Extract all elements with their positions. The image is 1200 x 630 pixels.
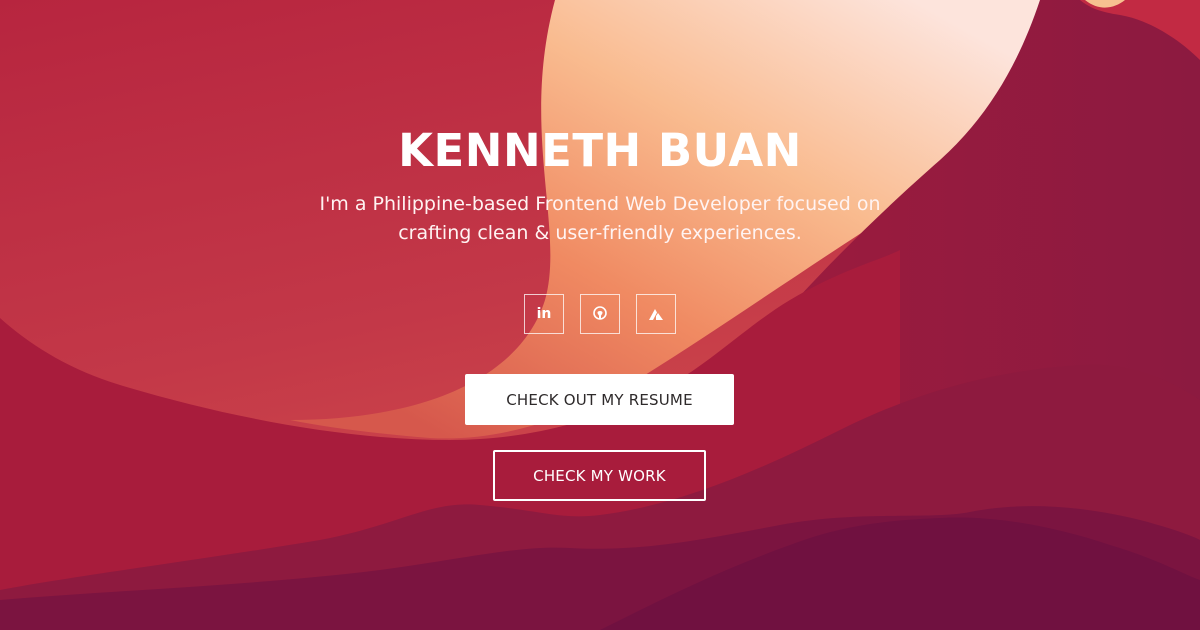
hero-section: KENNETH BUAN I'm a Philippine-based Fron… <box>0 0 1200 630</box>
hero-content: KENNETH BUAN I'm a Philippine-based Fron… <box>0 0 1200 630</box>
social-links: in <box>0 294 1200 334</box>
github-icon <box>593 306 607 320</box>
hero-name: KENNETH BUAN <box>398 124 802 177</box>
linkedin-icon: in <box>536 306 552 322</box>
hero-tagline: I'm a Philippine-based Frontend Web Deve… <box>319 193 881 244</box>
resume-button[interactable]: CHECK OUT MY RESUME <box>465 374 734 425</box>
github-link[interactable] <box>580 294 620 334</box>
linkedin-link[interactable]: in <box>524 294 564 334</box>
codepen-link[interactable] <box>636 294 676 334</box>
codepen-icon <box>649 309 663 320</box>
work-button[interactable]: CHECK MY WORK <box>493 450 706 501</box>
